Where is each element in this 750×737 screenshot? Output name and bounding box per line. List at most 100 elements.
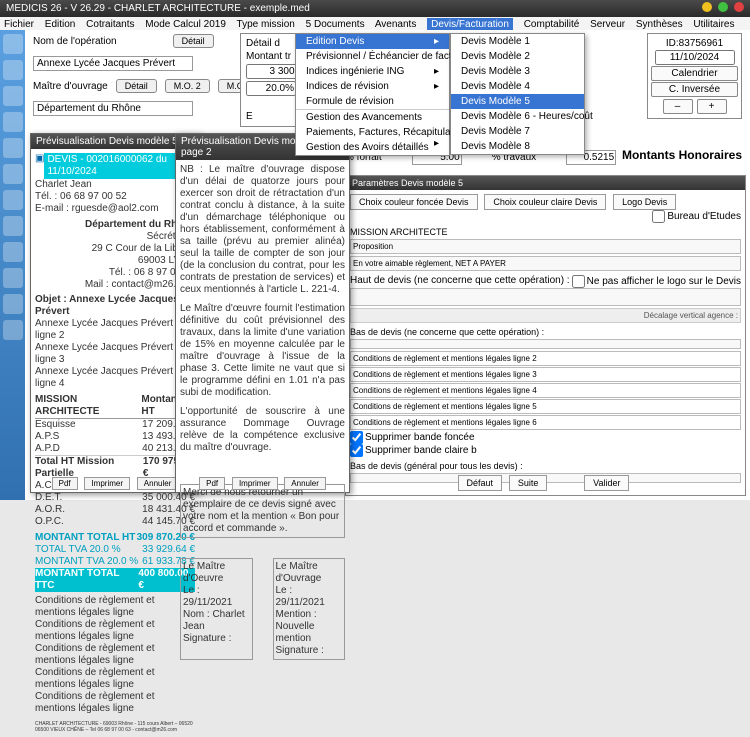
sidebar-icon[interactable] [3,138,23,158]
sidebar-icon[interactable] [3,242,23,262]
op-name-input[interactable] [33,56,193,71]
sidebar-icon[interactable] [3,34,23,54]
pv2-date2: Le : 29/11/2021 [276,585,343,609]
pv1-cond: Conditions de règlement et mentions léga… [35,595,195,619]
menu-comptabilite[interactable]: Comptabilité [524,19,580,30]
menu-utilitaires[interactable]: Utilitaires [693,19,734,30]
sidebar-icon[interactable] [3,216,23,236]
sup2-checkbox[interactable] [350,444,363,457]
submenu-previsionnel[interactable]: Prévisionnel / Échéancier de facturation [296,49,449,64]
pv1-print-button[interactable]: Imprimer [84,477,130,490]
defaut-button[interactable]: Défaut [458,475,503,491]
bas2-label: Bas de devis (général pour tous les devi… [350,461,741,471]
pv1-obj2: Annexe Lycée Jacques Prévert ligne 2 [35,318,195,342]
sidebar-icon[interactable] [3,190,23,210]
plus-button[interactable]: + [697,99,727,114]
pv2-date1: Le : 29/11/2021 [183,585,250,609]
calendar-button[interactable]: Calendrier [651,66,738,81]
sidebar-icon[interactable] [3,268,23,288]
menu-syntheses[interactable]: Synthèses [636,19,683,30]
pv2-lmo: Le Maître d'Ouvrage [276,561,343,585]
maximize-icon[interactable] [718,2,728,12]
menu-cotraitants[interactable]: Cotraitants [86,19,134,30]
minimize-icon[interactable] [702,2,712,12]
pv1-tva: TOTAL TVA 20.0 % [35,544,121,556]
pv2-cancel-button[interactable]: Annuler [284,477,326,490]
sidebar-icon[interactable] [3,86,23,106]
mo-detail-button[interactable]: Détail [116,79,157,93]
sidebar-icon[interactable] [3,320,23,340]
modele5[interactable]: Devis Modèle 5 [451,94,584,109]
close-icon[interactable] [734,2,744,12]
pct-input[interactable] [246,81,296,96]
color-light-button[interactable]: Choix couleur claire Devis [484,194,606,210]
pv2-sig1: Signature : [183,633,250,645]
menu-mode-calcul[interactable]: Mode Calcul 2019 [145,19,226,30]
pv1-mail: E-mail : rguesde@aol2.com [35,203,195,215]
minus-button[interactable]: – [663,99,693,114]
pv1-tel: Tél. : 06 68 97 00 52 [35,191,195,203]
modele6[interactable]: Devis Modèle 6 - Heures/coût [451,109,584,124]
legal3[interactable]: Conditions de règlement et mentions léga… [350,383,741,398]
modele3[interactable]: Devis Modèle 3 [451,64,584,79]
legal2[interactable]: Conditions de règlement et mentions léga… [350,367,741,382]
menu-avenants[interactable]: Avenants [375,19,417,30]
submenu-edition-devis[interactable]: Edition Devis [296,34,449,49]
date-input[interactable] [655,50,735,65]
logo-button[interactable]: Logo Devis [613,194,676,210]
pv1-pdf-button[interactable]: Pdf [52,477,78,490]
modele7[interactable]: Devis Modèle 7 [451,124,584,139]
submenu-paiements[interactable]: Paiements, Factures, Récapitulatifs [296,125,449,140]
pv1-cancel-button[interactable]: Annuler [137,477,179,490]
bet-checkbox[interactable] [652,210,665,223]
pv1-footer: CHARLET ARCHITECTURE - 69003 Rhône - 115… [35,721,195,733]
pv1-obj4: Annexe Lycée Jacques Prévert ligne 4 [35,366,195,390]
modele2[interactable]: Devis Modèle 2 [451,49,584,64]
mo-label: Maître d'ouvrage [33,81,108,92]
submenu-avancements[interactable]: Gestion des Avancements [296,109,449,125]
menu-serveur[interactable]: Serveur [590,19,625,30]
id-value: ID:83756961 [651,38,738,49]
submenu-indices-rev[interactable]: Indices de révision [296,79,449,94]
pv2-print-button[interactable]: Imprimer [232,477,278,490]
submenu-avoirs[interactable]: Gestion des Avoirs détaillés [296,140,449,155]
pv2-pdf-button[interactable]: Pdf [199,477,225,490]
legal4[interactable]: Conditions de règlement et mentions léga… [350,399,741,414]
sidebar [0,30,25,500]
detail-title: Détail d [246,38,280,49]
modele8[interactable]: Devis Modèle 8 [451,139,584,154]
legal1[interactable]: Conditions de règlement et mentions léga… [350,351,741,366]
cinv-button[interactable]: C. Inversée [651,82,738,97]
menu-documents[interactable]: 5 Documents [306,19,365,30]
sidebar-icon[interactable] [3,112,23,132]
sidebar-icon[interactable] [3,294,23,314]
mo2-button[interactable]: M.O. 2 [165,79,210,93]
submenu-indices-ing[interactable]: Indices ingénierie ING [296,64,449,79]
menu-type-mission[interactable]: Type mission [237,19,295,30]
menu-edition[interactable]: Edition [45,19,76,30]
nologo-checkbox[interactable] [572,275,585,288]
haut-text[interactable] [350,288,741,306]
pv1-cond3: Conditions de règlement et mentions léga… [35,643,195,667]
valider-button[interactable]: Valider [584,475,629,491]
net-field[interactable]: En votre aimable règlement, NET A PAYER [350,256,741,271]
dept-input[interactable] [33,101,193,116]
sidebar-icon[interactable] [3,164,23,184]
color-dark-button[interactable]: Choix couleur foncée Devis [350,194,478,210]
pv1-cond5: Conditions de règlement et mentions léga… [35,691,195,715]
suite-button[interactable]: Suite [509,475,548,491]
pv2-lm: Le Maître d'Oeuvre [183,561,250,585]
modele4[interactable]: Devis Modèle 4 [451,79,584,94]
pv1-r1l: Esquisse [35,419,76,431]
nologo-label: Ne pas afficher le logo sur le Devis [587,276,741,287]
sidebar-icon[interactable] [3,60,23,80]
bas1-text[interactable] [350,339,741,349]
pv2-p3: L'opportunité de souscrire à une assuran… [180,406,345,454]
prop-field[interactable]: Proposition [350,239,741,254]
sup1-checkbox[interactable] [350,431,363,444]
legal5[interactable]: Conditions de règlement et mentions léga… [350,415,741,430]
detail-button[interactable]: Détail [173,34,214,48]
submenu-formule[interactable]: Formule de révision [296,94,449,109]
menu-fichier[interactable]: Fichier [4,19,34,30]
modele1[interactable]: Devis Modèle 1 [451,34,584,49]
